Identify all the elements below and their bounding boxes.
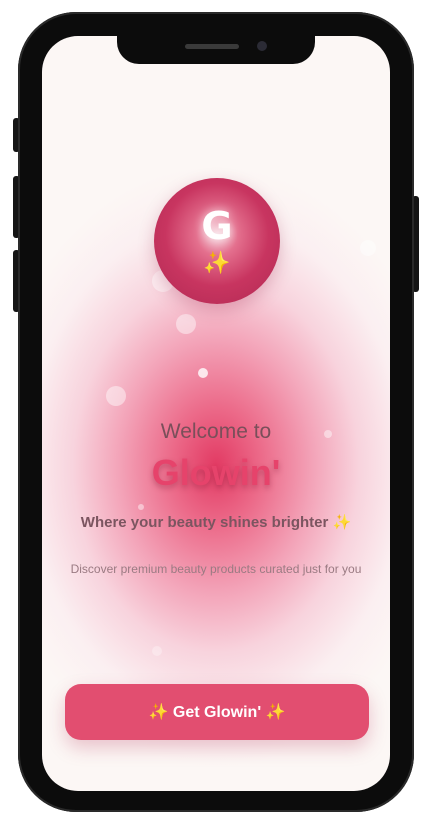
tagline: Where your beauty shines brighter ✨ [80,514,352,531]
app-screen: G ✨ Welcome to Glowin' Where your beauty… [42,36,390,791]
front-camera [257,41,267,51]
get-glowin-button[interactable]: ✨ Get Glowin' ✨ [65,684,369,740]
bokeh-dot [152,646,162,656]
speaker-grille [185,44,239,49]
bokeh-dot [360,240,376,256]
logo-letter: G [201,204,233,248]
bokeh-dot [138,504,144,510]
bokeh-dot [176,314,196,334]
description: Discover premium beauty products curated… [70,562,362,576]
brand-title: Glowin' [151,452,281,493]
app-logo: G ✨ [154,178,280,304]
bokeh-dot [106,386,126,406]
welcome-text: Welcome to [160,420,272,443]
sparkle-icon: ✨ [203,250,231,275]
phone-notch [117,36,315,64]
bokeh-dot [198,368,208,378]
